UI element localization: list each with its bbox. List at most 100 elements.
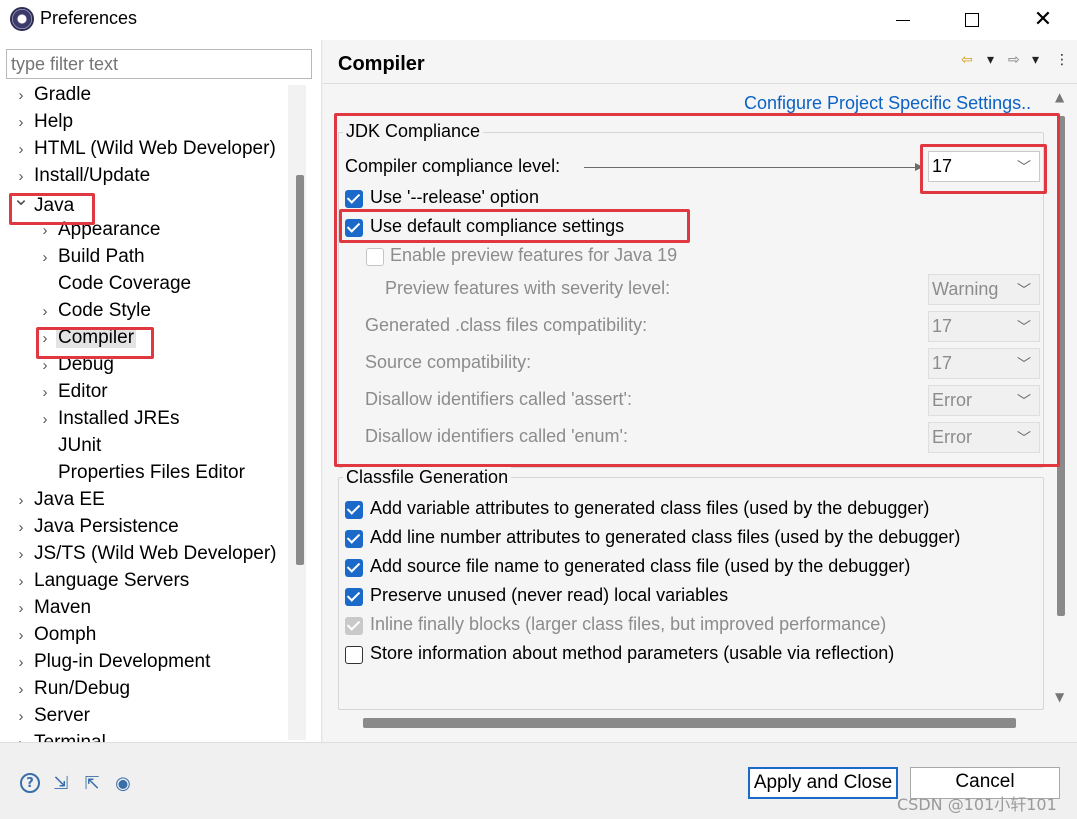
tree-item[interactable]: Properties Files Editor: [34, 462, 247, 489]
classfile-option-checkbox[interactable]: [345, 530, 363, 548]
tree-item[interactable]: Code Coverage: [34, 273, 193, 300]
chevron-right-icon[interactable]: ›: [10, 681, 32, 698]
chevron-right-icon[interactable]: ›: [10, 492, 32, 509]
maximize-button[interactable]: [954, 4, 990, 36]
chevron-right-icon[interactable]: ›: [34, 384, 56, 401]
tree-item[interactable]: › Help: [10, 111, 75, 138]
tree-item-label: JS/TS (Wild Web Developer): [34, 543, 277, 564]
chevron-right-icon[interactable]: ›: [10, 141, 32, 158]
chevron-right-icon[interactable]: ›: [10, 600, 32, 617]
title-separator: [323, 83, 1077, 84]
classfile-option-label: Add source file name to generated class …: [370, 556, 911, 576]
classfile-option-label: Preserve unused (never read) local varia…: [370, 585, 729, 605]
tree-item[interactable]: › Plug-in Development: [10, 651, 212, 678]
close-button[interactable]: ✕: [1025, 4, 1061, 36]
chevron-right-icon[interactable]: ›: [10, 708, 32, 725]
tree-item[interactable]: › Java EE: [10, 489, 107, 516]
highlight-compliance-level: [920, 144, 1047, 194]
chevron-right-icon[interactable]: ›: [10, 546, 32, 563]
chevron-right-icon[interactable]: ›: [10, 627, 32, 644]
tree-item-label: Java Persistence: [34, 516, 179, 537]
page-title: Compiler: [338, 53, 425, 75]
chevron-right-icon[interactable]: ›: [10, 735, 32, 742]
export-button[interactable]: ⇱: [80, 771, 104, 795]
chevron-right-icon[interactable]: ›: [10, 87, 32, 104]
tree-item-label: Plug-in Development: [34, 651, 211, 672]
chevron-right-icon[interactable]: ›: [10, 114, 32, 131]
tree-item-label: HTML (Wild Web Developer): [34, 138, 276, 159]
tree-item-label: Code Coverage: [58, 273, 192, 294]
tree-item[interactable]: › Installed JREs: [34, 408, 181, 435]
classfile-option-checkbox[interactable]: [345, 617, 363, 635]
tree-item[interactable]: › Gradle: [10, 84, 93, 111]
chevron-right-icon[interactable]: ›: [34, 411, 56, 428]
tree-item[interactable]: › Language Servers: [10, 570, 191, 597]
classfile-option-checkbox[interactable]: [345, 588, 363, 606]
tree-scrollbar[interactable]: [288, 85, 306, 740]
scroll-up-icon[interactable]: ▲: [1055, 90, 1064, 104]
apply-and-close-button[interactable]: Apply and Close: [748, 767, 898, 799]
back-icon[interactable]: ⇦: [961, 52, 973, 68]
tree-item[interactable]: › Java Persistence: [10, 516, 181, 543]
tree-item-label: Gradle: [34, 84, 92, 105]
tree-item[interactable]: › Maven: [10, 597, 93, 624]
classfile-generation-title: Classfile Generation: [343, 467, 512, 488]
window-title: Preferences: [40, 8, 138, 28]
tree-item-label: JUnit: [58, 435, 102, 456]
tree-item-label: Maven: [34, 597, 92, 618]
highlight-java: [9, 193, 95, 225]
tree-item[interactable]: › JS/TS (Wild Web Developer): [10, 543, 279, 570]
import-icon: ⇲: [53, 772, 69, 794]
watermark: CSDN @101小轩101: [897, 795, 1057, 814]
export-icon: ⇱: [84, 772, 100, 794]
chevron-right-icon[interactable]: ›: [34, 357, 56, 374]
chevron-right-icon[interactable]: ›: [10, 168, 32, 185]
tree-item[interactable]: ›Terminal: [10, 732, 108, 742]
view-menu-icon[interactable]: ⋮: [1055, 52, 1069, 68]
chevron-right-icon[interactable]: ›: [10, 519, 32, 536]
highlight-compiler: [36, 327, 154, 359]
preference-tree: › Gradle › Help › HTML (Wild Web Developer) › I…: [0, 82, 288, 742]
tree-item[interactable]: JUnit: [34, 435, 103, 462]
tree-item-label: Language Servers: [34, 570, 190, 591]
preference-tree-panel: ›Gradle›Help›HTML (Wild Web Developer)›I…: [0, 40, 322, 742]
chevron-right-icon[interactable]: ›: [10, 654, 32, 671]
horizontal-scroll-thumb[interactable]: [363, 718, 1016, 728]
tree-item[interactable]: › Code Style: [34, 300, 153, 327]
filter-input[interactable]: [6, 49, 312, 79]
classfile-option-label: Inline finally blocks (larger class file…: [370, 614, 887, 634]
tree-scroll-thumb[interactable]: [296, 175, 304, 565]
tree-item-label: Installed JREs: [58, 408, 180, 429]
chevron-right-icon[interactable]: ›: [10, 573, 32, 590]
classfile-option-checkbox[interactable]: [345, 646, 363, 664]
tree-item[interactable]: › HTML (Wild Web Developer): [10, 138, 278, 165]
chevron-right-icon[interactable]: ›: [34, 303, 56, 320]
tree-item[interactable]: › Build Path: [34, 246, 147, 273]
help-button[interactable]: ?: [18, 771, 42, 795]
scroll-down-icon[interactable]: ▼: [1055, 690, 1064, 704]
oomph-record-button[interactable]: ◉: [111, 771, 135, 795]
tree-item[interactable]: › Server: [10, 705, 92, 732]
chevron-right-icon[interactable]: ›: [34, 249, 56, 266]
tree-item[interactable]: › Oomph: [10, 624, 98, 651]
tree-item[interactable]: › Editor: [34, 381, 110, 408]
minimize-button[interactable]: [885, 4, 921, 36]
classfile-option-label: Add line number attributes to generated …: [370, 527, 961, 547]
tree-item-label: Java EE: [34, 489, 105, 510]
tree-item-label: Properties Files Editor: [58, 462, 245, 483]
tree-item[interactable]: › Run/Debug: [10, 678, 132, 705]
tree-item-label: Code Style: [58, 300, 151, 321]
tree-item-label: Build Path: [58, 246, 145, 267]
button-bar: ? ⇲ ⇱ ◉ Apply and Close Cancel CSDN @101…: [0, 742, 1077, 819]
tree-item-label: Help: [34, 111, 74, 132]
forward-icon[interactable]: ⇨: [1008, 52, 1020, 68]
back-dropdown-icon[interactable]: ▾: [987, 52, 994, 68]
close-icon: ✕: [1033, 7, 1053, 32]
forward-dropdown-icon[interactable]: ▾: [1032, 52, 1039, 68]
minimize-icon: [896, 19, 910, 21]
maximize-icon: [965, 13, 979, 27]
tree-item-label: Terminal: [32, 732, 108, 742]
classfile-option-checkbox[interactable]: [345, 501, 363, 519]
import-button[interactable]: ⇲: [49, 771, 73, 795]
classfile-option-checkbox[interactable]: [345, 559, 363, 577]
